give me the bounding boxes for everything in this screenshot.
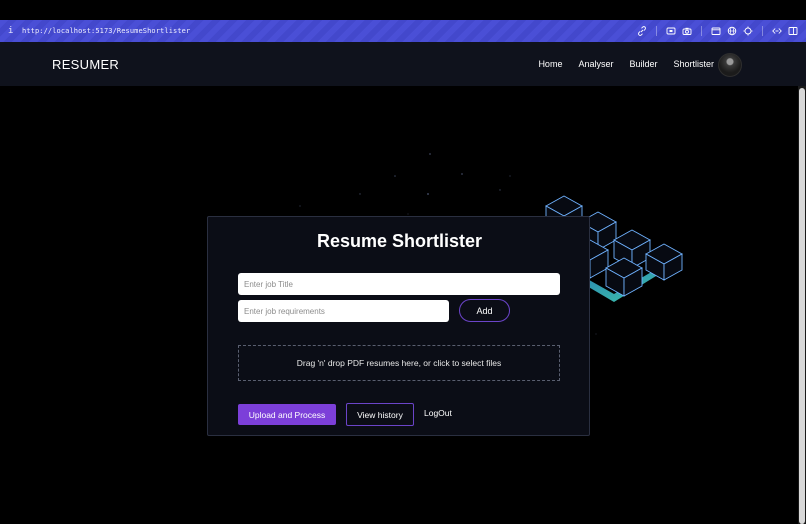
scrollbar-thumb[interactable] bbox=[799, 88, 805, 524]
brand-logo[interactable]: RESUMER bbox=[52, 57, 119, 72]
job-requirements-input[interactable] bbox=[238, 300, 449, 322]
browser-address-bar: i http://localhost:5173/ResumeShortliste… bbox=[0, 20, 806, 42]
url-text[interactable]: http://localhost:5173/ResumeShortlister bbox=[22, 27, 190, 35]
upload-and-process-button[interactable]: Upload and Process bbox=[238, 404, 336, 425]
tool-divider bbox=[762, 26, 763, 36]
view-history-button[interactable]: View history bbox=[346, 403, 414, 426]
browser-tools bbox=[637, 26, 798, 36]
nav-link-home[interactable]: Home bbox=[538, 59, 562, 69]
tool-divider bbox=[701, 26, 702, 36]
info-icon[interactable]: i bbox=[8, 26, 22, 36]
code-icon[interactable] bbox=[772, 26, 782, 36]
window-icon[interactable] bbox=[711, 26, 721, 36]
nav-links: Home Analyser Builder Shortlister bbox=[522, 42, 714, 86]
tool-divider bbox=[656, 26, 657, 36]
screenshot-icon[interactable] bbox=[666, 26, 676, 36]
nav-link-builder[interactable]: Builder bbox=[629, 59, 657, 69]
camera-icon[interactable] bbox=[682, 26, 692, 36]
pdf-dropzone[interactable]: Drag 'n' drop PDF resumes here, or click… bbox=[238, 345, 560, 381]
globe-icon[interactable] bbox=[727, 26, 737, 36]
dropzone-text: Drag 'n' drop PDF resumes here, or click… bbox=[296, 358, 502, 368]
crosshair-icon[interactable] bbox=[743, 26, 753, 36]
top-strip bbox=[0, 0, 806, 20]
link-icon[interactable] bbox=[637, 26, 647, 36]
split-view-icon[interactable] bbox=[788, 26, 798, 36]
add-requirement-button[interactable]: Add bbox=[459, 299, 510, 322]
user-avatar[interactable] bbox=[718, 53, 742, 77]
logout-button[interactable]: LogOut bbox=[424, 408, 452, 418]
nav-link-shortlister[interactable]: Shortlister bbox=[673, 59, 714, 69]
page-title: Resume Shortlister bbox=[316, 231, 483, 251]
job-title-input[interactable] bbox=[238, 273, 560, 295]
shortlister-card: Resume Shortlister Add Drag 'n' drop PDF… bbox=[207, 216, 590, 436]
nav-link-analyser[interactable]: Analyser bbox=[578, 59, 613, 69]
top-navbar: RESUMER Home Analyser Builder Shortliste… bbox=[0, 42, 806, 86]
